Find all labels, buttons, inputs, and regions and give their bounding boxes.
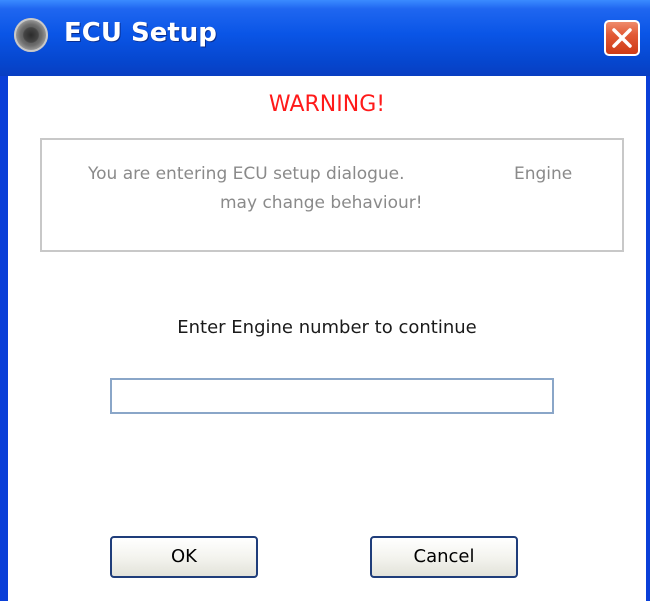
- window-title: ECU Setup: [64, 18, 217, 48]
- warning-title: WARNING!: [268, 92, 386, 117]
- engine-number-input[interactable]: [110, 378, 554, 414]
- warning-message-line1: You are entering ECU setup dialogue.: [88, 164, 405, 184]
- gear-wheel-icon: [14, 18, 48, 52]
- close-button[interactable]: [604, 20, 640, 56]
- ecu-setup-window: ECU Setup WARNING! You are entering ECU …: [0, 0, 650, 601]
- title-bar[interactable]: ECU Setup: [0, 0, 650, 76]
- warning-message-engine-word: Engine: [514, 164, 573, 184]
- warning-message-line2: may change behaviour!: [220, 193, 423, 213]
- dialog-body: WARNING! You are entering ECU setup dial…: [8, 76, 646, 601]
- engine-number-prompt: Enter Engine number to continue: [177, 317, 477, 338]
- close-icon: [612, 28, 632, 48]
- cancel-button[interactable]: Cancel: [370, 536, 518, 578]
- ok-button[interactable]: OK: [110, 536, 258, 578]
- warning-message-box: You are entering ECU setup dialogue. Eng…: [40, 138, 624, 252]
